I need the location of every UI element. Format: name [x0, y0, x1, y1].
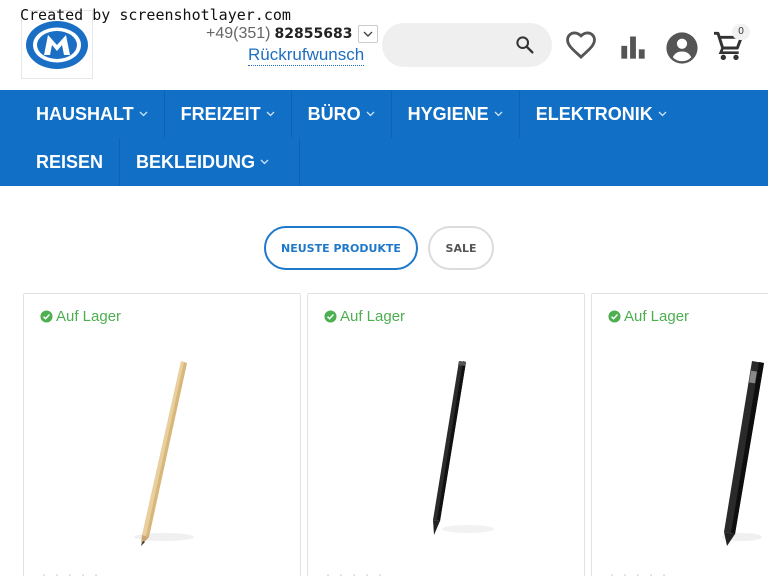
product-image-black-pen[interactable]: [592, 349, 768, 549]
nav-item-freizeit[interactable]: FREIZEIT: [165, 90, 292, 138]
compare-button[interactable]: [619, 33, 647, 66]
nav-item-haushalt[interactable]: HAUSHALT: [20, 90, 165, 138]
stock-status: Auf Lager: [324, 308, 405, 325]
check-circle-icon: [324, 310, 337, 323]
star-icon: ★: [647, 572, 657, 576]
nav-item-elektronik[interactable]: ELEKTRONIK: [520, 90, 683, 138]
nav-item-reisen[interactable]: REISEN: [20, 138, 121, 186]
star-icon: ★: [363, 572, 373, 576]
search-icon: [516, 36, 534, 54]
check-circle-icon: [40, 310, 53, 323]
phone-number[interactable]: +49(351) 82855683: [206, 25, 379, 43]
product-card[interactable]: Auf Lager ★★★★★: [23, 293, 301, 576]
wishlist-button[interactable]: [564, 28, 598, 67]
heart-icon: [566, 31, 596, 59]
search-box: [382, 23, 552, 67]
star-icon: ★: [350, 572, 360, 576]
product-card[interactable]: Auf Lager ★★★★★: [591, 293, 768, 576]
star-icon: ★: [634, 572, 644, 576]
stock-status: Auf Lager: [40, 308, 121, 325]
nav-item-label: ELEKTRONIK: [535, 103, 653, 124]
product-image-wooden-pencil[interactable]: [24, 349, 300, 549]
search-button[interactable]: [514, 34, 536, 61]
nav-item-label: HAUSHALT: [36, 103, 134, 124]
nav-item-hygiene[interactable]: HYGIENE: [392, 90, 520, 138]
star-icon: ★: [337, 572, 347, 576]
chevron-down-icon: [658, 111, 667, 117]
nav-row-2: REISEN BEKLEIDUNG: [20, 138, 301, 186]
nav-item-label: BÜRO: [307, 103, 361, 124]
chevron-down-icon: [366, 111, 375, 117]
stock-label: Auf Lager: [340, 308, 406, 325]
chevron-down-icon: [266, 111, 275, 117]
bar-chart-icon: [621, 36, 645, 59]
chevron-down-icon: [363, 31, 373, 37]
chevron-down-icon: [494, 111, 503, 117]
nav-row-1: HAUSHALT FREIZEIT BÜRO HYGIENE ELEKTRONI…: [20, 90, 683, 138]
watermark-text: Created by screenshotlayer.com: [20, 6, 291, 24]
phone-prefix: +49(351): [206, 25, 271, 42]
cart-count-badge: 0: [732, 24, 750, 40]
nav-item-bekleidung[interactable]: BEKLEIDUNG: [120, 138, 301, 186]
star-icon: ★: [40, 572, 50, 576]
star-icon: ★: [92, 572, 102, 576]
search-input[interactable]: [382, 23, 507, 67]
chevron-down-icon: [260, 159, 269, 165]
main-navigation: HAUSHALT FREIZEIT BÜRO HYGIENE ELEKTRONI…: [0, 90, 768, 186]
callback-link[interactable]: Rückrufwunsch: [248, 45, 365, 66]
nav-item-label: REISEN: [36, 151, 104, 172]
star-icon: ★: [621, 572, 631, 576]
star-icon: ★: [376, 572, 386, 576]
tab-neuste-produkte[interactable]: NEUSTE PRODUKTE: [264, 226, 418, 270]
rating-stars: ★★★★★: [324, 572, 386, 576]
star-icon: ★: [79, 572, 89, 576]
chevron-down-icon: [139, 111, 148, 117]
star-icon: ★: [660, 572, 670, 576]
phone-dropdown-button[interactable]: [358, 25, 379, 43]
nav-item-label: HYGIENE: [407, 103, 489, 124]
star-icon: ★: [324, 572, 334, 576]
stock-status: Auf Lager: [608, 308, 689, 325]
logo-icon: [26, 20, 88, 69]
nav-item-buero[interactable]: BÜRO: [292, 90, 392, 138]
star-icon: ★: [608, 572, 618, 576]
account-icon: [666, 32, 698, 64]
product-card[interactable]: Auf Lager ★★★★★: [307, 293, 585, 576]
nav-item-label: BEKLEIDUNG: [136, 151, 256, 172]
nav-item-label: FREIZEIT: [180, 103, 261, 124]
product-image-black-pencil[interactable]: [308, 349, 584, 549]
rating-stars: ★★★★★: [40, 572, 102, 576]
star-icon: ★: [66, 572, 76, 576]
rating-stars: ★★★★★: [608, 572, 670, 576]
star-icon: ★: [53, 572, 63, 576]
check-circle-icon: [608, 310, 621, 323]
account-button[interactable]: [665, 31, 699, 70]
stock-label: Auf Lager: [624, 308, 690, 325]
phone-digits: 82855683: [274, 26, 353, 42]
tab-sale[interactable]: SALE: [428, 226, 494, 270]
stock-label: Auf Lager: [56, 308, 122, 325]
